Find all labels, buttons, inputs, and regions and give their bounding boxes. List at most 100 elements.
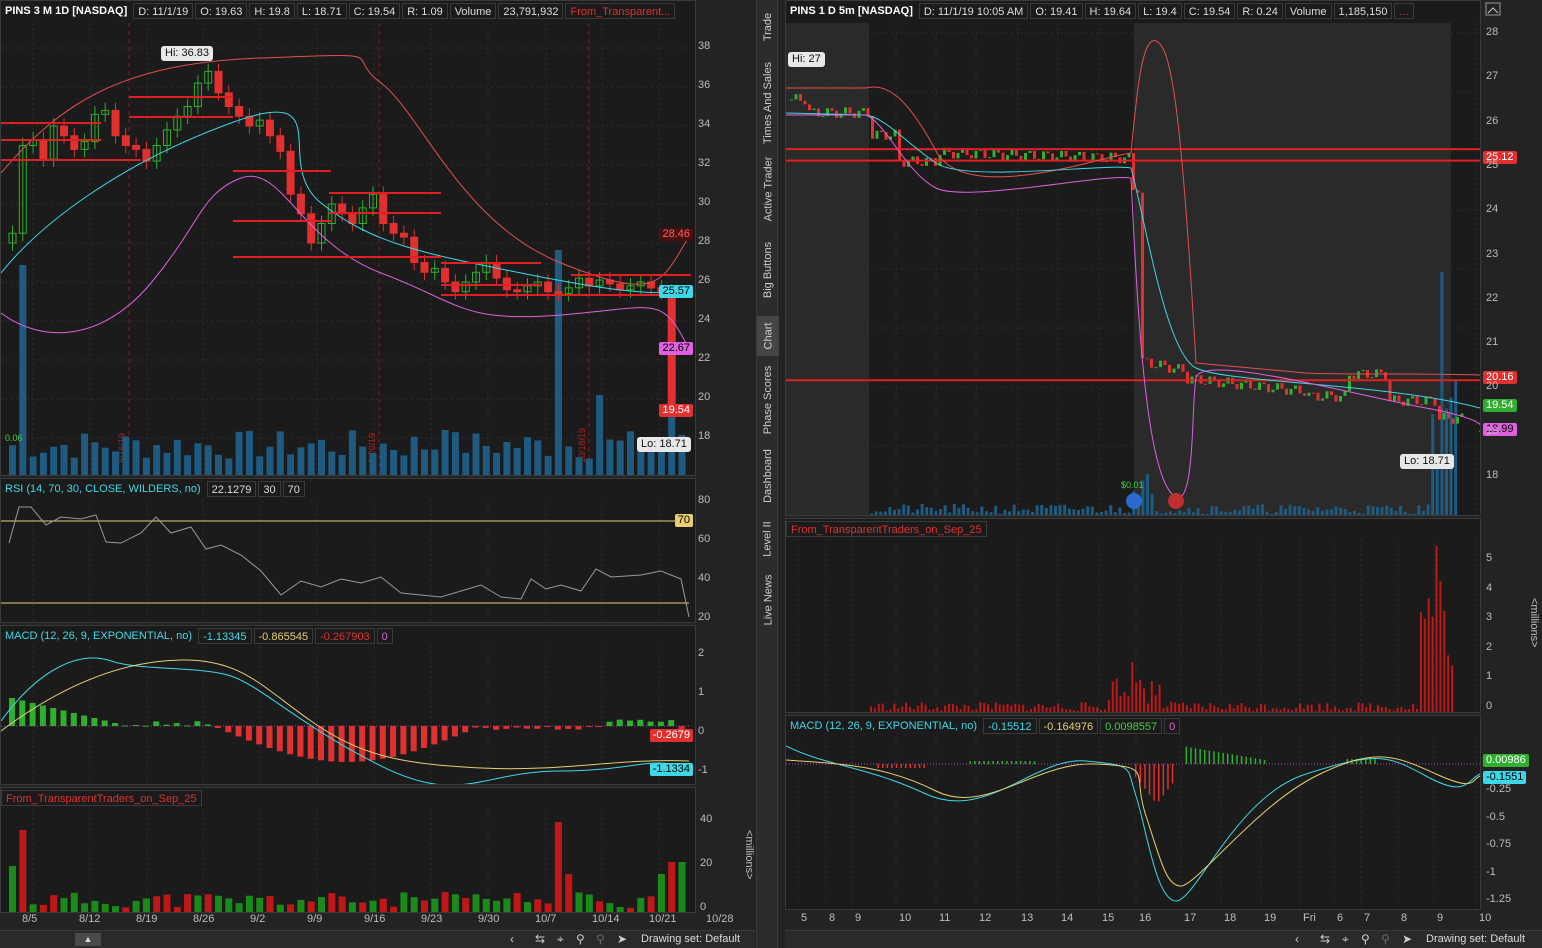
left-scroll-left-icon[interactable]: ‹ bbox=[510, 932, 514, 946]
left-collapse-button[interactable]: ▲ bbox=[75, 933, 101, 946]
left-macd-tick: 2 bbox=[698, 647, 705, 659]
right-price-chart[interactable] bbox=[786, 23, 1481, 516]
sidebar-tab-level-ii[interactable]: Level II bbox=[757, 514, 779, 564]
left-price-chart[interactable]: 8/16/19 9/20/19 10/18/19 bbox=[1, 23, 696, 475]
right-pointer-icon[interactable]: ➤ bbox=[1402, 932, 1412, 946]
macd-histogram-bar bbox=[307, 726, 314, 759]
volume-bar bbox=[235, 431, 243, 475]
macd-histogram-bar bbox=[19, 700, 26, 726]
right-snapshot-icon[interactable] bbox=[1485, 2, 1501, 16]
right-price-panel[interactable]: PINS 1 D 5m [NASDAQ] D: 11/1/19 10:05 AM… bbox=[785, 0, 1481, 516]
volume-bar bbox=[1238, 510, 1241, 515]
right-volume-panel[interactable]: From_TransparentTraders_on_Sep_25 bbox=[785, 518, 1481, 713]
volume-study-bar bbox=[885, 710, 888, 712]
left-volume-panel[interactable]: From_TransparentTraders_on_Sep_25 bbox=[0, 787, 696, 913]
left-zoom-out-icon[interactable]: ⚲ bbox=[596, 932, 605, 946]
sidebar-tab-phase-scores[interactable]: Phase Scores bbox=[757, 362, 779, 437]
right-symbol[interactable]: PINS 1 D 5m [NASDAQ] bbox=[786, 3, 917, 19]
macd-histogram-bar bbox=[983, 761, 985, 764]
left-macd-panel[interactable]: MACD (12, 26, 9, EXPONENTIAL, no) -1.133… bbox=[0, 625, 696, 785]
candle-body bbox=[1312, 392, 1315, 394]
volume-bar bbox=[879, 511, 883, 515]
right-drawing-set[interactable]: Drawing set: Default bbox=[1426, 933, 1525, 945]
right-pan-icon[interactable]: ⇆ bbox=[1320, 932, 1330, 946]
left-x-label: 8/26 bbox=[193, 913, 215, 925]
candle-body bbox=[1393, 395, 1396, 402]
macd-histogram-bar bbox=[60, 710, 67, 726]
volume-bar bbox=[1109, 505, 1113, 515]
right-zoom-in-icon[interactable]: ⚲ bbox=[1361, 932, 1370, 946]
volume-study-bar bbox=[1318, 703, 1321, 712]
volume-bar bbox=[1049, 505, 1053, 515]
volume-study-bar bbox=[1158, 684, 1161, 712]
candle-body bbox=[492, 262, 501, 279]
candle-body bbox=[1447, 413, 1450, 419]
sidebar-tab-big-buttons[interactable]: Big Buttons bbox=[757, 230, 779, 310]
right-zoom-out-icon[interactable]: ⚲ bbox=[1381, 932, 1390, 946]
left-symbol[interactable]: PINS 3 M 1D [NASDAQ] bbox=[1, 3, 131, 19]
sidebar-tab-live-news[interactable]: Live News bbox=[757, 570, 779, 630]
volume-bar bbox=[1256, 504, 1260, 515]
candle-body bbox=[1024, 152, 1027, 161]
volume-bar bbox=[920, 504, 924, 515]
volume-bar bbox=[142, 457, 150, 475]
volume-study-bar bbox=[897, 708, 900, 712]
volume-bar bbox=[390, 450, 398, 475]
volume-bar bbox=[379, 443, 387, 475]
sidebar-tab-label: Dashboard bbox=[762, 448, 775, 503]
macd-histogram-bar bbox=[503, 726, 510, 729]
candle-body bbox=[39, 139, 48, 160]
left-drawing-set[interactable]: Drawing set: Default bbox=[641, 933, 740, 945]
left-price-panel[interactable]: PINS 3 M 1D [NASDAQ] D: 11/1/19 O: 19.63… bbox=[0, 0, 696, 476]
volume-bar bbox=[1035, 505, 1039, 515]
right-crosshair-icon[interactable]: ⌖ bbox=[1342, 932, 1349, 947]
macd-histogram-bar bbox=[987, 761, 990, 764]
volume-study-bar bbox=[1002, 704, 1005, 712]
left-zoom-in-icon[interactable]: ⚲ bbox=[576, 932, 585, 946]
right-volume-header: From_TransparentTraders_on_Sep_25 bbox=[786, 519, 1480, 539]
left-macd-title[interactable]: MACD (12, 26, 9, EXPONENTIAL, no) bbox=[1, 628, 196, 644]
right-price-tick: 26 bbox=[1486, 114, 1499, 127]
volume-study-bar bbox=[1068, 709, 1071, 712]
left-rsi-title[interactable]: RSI (14, 70, 30, CLOSE, WILDERS, no) bbox=[1, 481, 205, 497]
volume-study-bar bbox=[91, 900, 99, 912]
left-pan-icon[interactable]: ⇆ bbox=[535, 932, 545, 946]
right-x-label: 18 bbox=[1224, 912, 1237, 924]
macd-histogram-bar bbox=[1194, 748, 1197, 764]
volume-bar bbox=[1026, 509, 1030, 515]
volume-study-bar bbox=[1065, 709, 1067, 712]
left-crosshair-icon[interactable]: ⌖ bbox=[557, 932, 564, 947]
volume-bar bbox=[1228, 511, 1232, 515]
candle-body bbox=[1271, 389, 1275, 393]
volume-study-bar bbox=[951, 703, 954, 712]
volume-bar bbox=[318, 439, 325, 475]
right-volume-title[interactable]: From_TransparentTraders_on_Sep_25 bbox=[786, 521, 987, 537]
volume-bar bbox=[60, 444, 68, 475]
sidebar-tab-times-and-sales[interactable]: Times And Sales bbox=[757, 58, 779, 148]
left-rsi-high: 70 bbox=[282, 481, 305, 497]
rsi-line bbox=[8, 506, 690, 618]
left-rsi-panel[interactable]: RSI (14, 70, 30, CLOSE, WILDERS, no) 22.… bbox=[0, 478, 696, 623]
volume-study-bar bbox=[870, 706, 872, 712]
volume-study-bar bbox=[1435, 546, 1438, 712]
volume-study-bar bbox=[1248, 707, 1251, 712]
volume-study-bar bbox=[1263, 704, 1266, 712]
volume-bar bbox=[1017, 511, 1021, 515]
right-study-label[interactable]: ... bbox=[1394, 3, 1414, 19]
sidebar-tab-trade[interactable]: Trade bbox=[757, 2, 779, 52]
sidebar-tab-chart[interactable]: Chart bbox=[757, 316, 779, 356]
sidebar-tab-active-trader[interactable]: Active Trader bbox=[757, 154, 779, 224]
right-macd-title[interactable]: MACD (12, 26, 9, EXPONENTIAL, no) bbox=[786, 718, 981, 734]
volume-study-bar bbox=[1373, 710, 1376, 712]
right-scroll-left-icon[interactable]: ‹ bbox=[1295, 932, 1299, 946]
right-macd-panel[interactable]: MACD (12, 26, 9, EXPONENTIAL, no) -0.155… bbox=[785, 715, 1481, 910]
sidebar-tab-dashboard[interactable]: Dashboard bbox=[757, 443, 779, 508]
left-price-tick: 30 bbox=[698, 196, 711, 208]
volume-study-bar bbox=[50, 895, 58, 912]
left-study-label[interactable]: From_Transparent... bbox=[565, 3, 676, 19]
left-volume-title[interactable]: From_TransparentTraders_on_Sep_25 bbox=[1, 790, 202, 806]
left-pointer-icon[interactable]: ➤ bbox=[617, 932, 627, 946]
volume-bar bbox=[948, 512, 952, 515]
volume-study-bar bbox=[657, 874, 665, 912]
volume-bar bbox=[575, 457, 583, 475]
